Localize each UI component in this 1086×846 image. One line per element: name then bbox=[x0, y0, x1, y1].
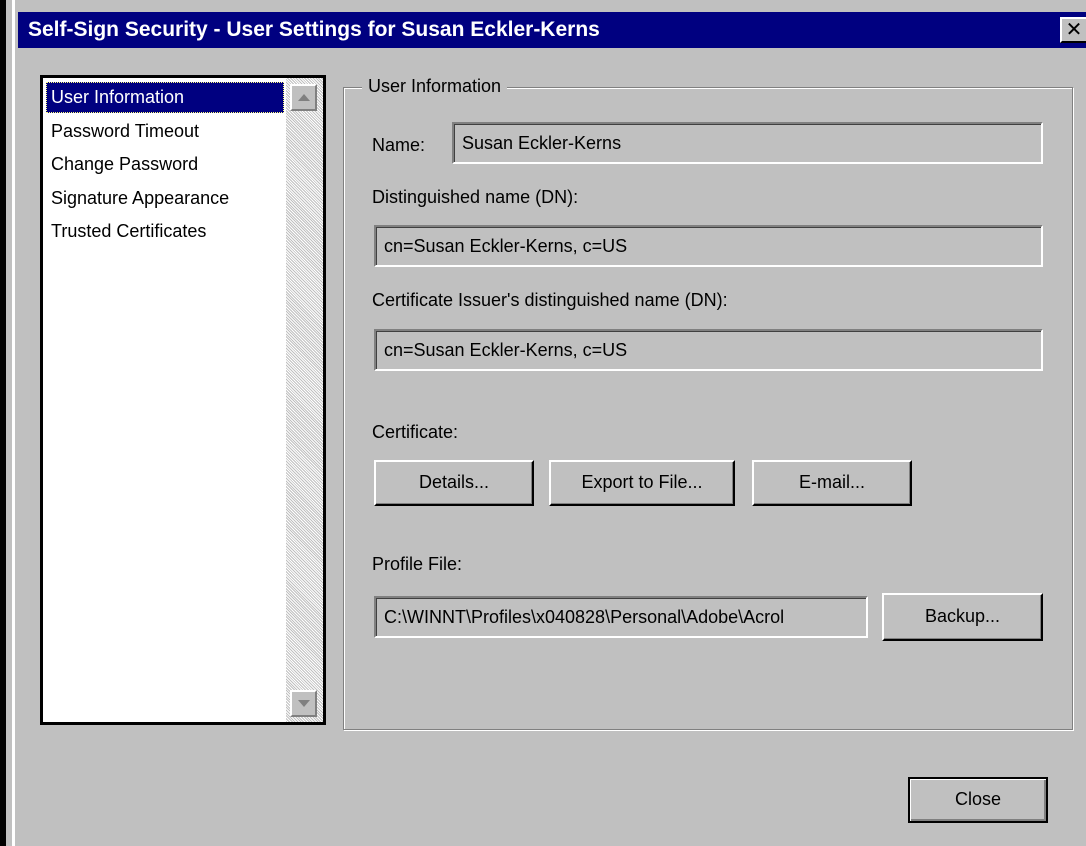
window-title: Self-Sign Security - User Settings for S… bbox=[28, 18, 600, 41]
name-label: Name: bbox=[372, 135, 426, 155]
export-to-file-button[interactable]: Export to File... bbox=[549, 460, 735, 506]
close-button[interactable]: Close bbox=[908, 777, 1048, 823]
dn-label: Distinguished name (DN): bbox=[372, 187, 579, 207]
group-title: User Information bbox=[362, 76, 508, 97]
name-field[interactable]: Susan Eckler-Kerns bbox=[452, 122, 1043, 164]
profile-file-field[interactable]: C:\WINNT\Profiles\x040828\Personal\Adobe… bbox=[374, 596, 868, 638]
dn-field[interactable]: cn=Susan Eckler-Kerns, c=US bbox=[374, 225, 1043, 267]
sidebar-item-change-password[interactable]: Change Password bbox=[46, 149, 284, 180]
sidebar-item-trusted-certificates[interactable]: Trusted Certificates bbox=[46, 216, 284, 247]
settings-category-list[interactable]: User Information Password Timeout Change… bbox=[40, 75, 326, 725]
certificate-label: Certificate: bbox=[372, 422, 459, 442]
list-scrollbar[interactable] bbox=[286, 78, 323, 722]
close-icon[interactable]: ✕ bbox=[1060, 17, 1086, 43]
window-edge bbox=[12, 0, 15, 846]
details-button[interactable]: Details... bbox=[374, 460, 534, 506]
email-button[interactable]: E-mail... bbox=[752, 460, 912, 506]
profile-file-label: Profile File: bbox=[372, 554, 463, 574]
scroll-down-button[interactable] bbox=[290, 690, 317, 717]
title-bar[interactable]: Self-Sign Security - User Settings for S… bbox=[18, 12, 1086, 48]
list-content: User Information Password Timeout Change… bbox=[43, 78, 286, 722]
chevron-down-icon bbox=[298, 700, 310, 707]
issuer-dn-label: Certificate Issuer's distinguished name … bbox=[372, 290, 728, 310]
chevron-up-icon bbox=[298, 94, 310, 101]
issuer-dn-field[interactable]: cn=Susan Eckler-Kerns, c=US bbox=[374, 329, 1043, 371]
sidebar-item-user-information[interactable]: User Information bbox=[46, 82, 284, 113]
scroll-up-button[interactable] bbox=[290, 84, 317, 111]
backup-button[interactable]: Backup... bbox=[882, 593, 1043, 641]
sidebar-item-password-timeout[interactable]: Password Timeout bbox=[46, 116, 284, 147]
sidebar-item-signature-appearance[interactable]: Signature Appearance bbox=[46, 183, 284, 214]
